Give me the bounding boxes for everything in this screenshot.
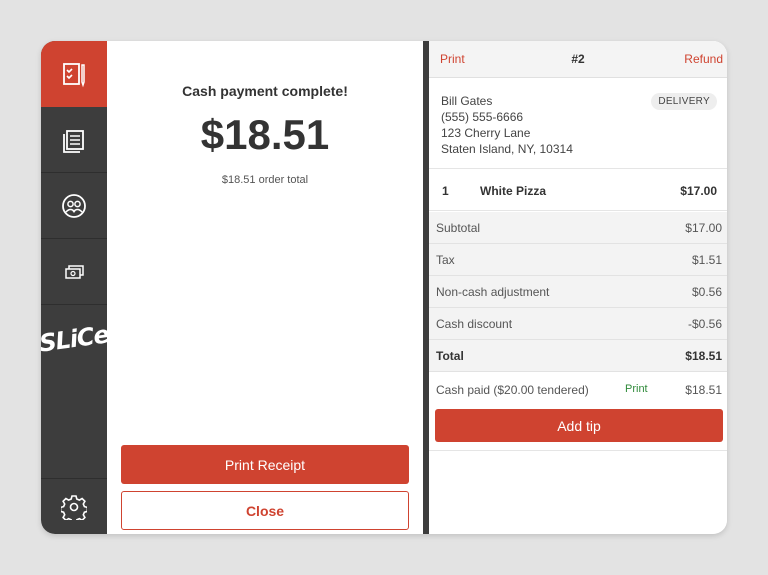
list-item: 1 White Pizza $17.00 [429, 170, 727, 211]
customer-name: Bill Gates [441, 94, 493, 108]
item-price: $17.00 [680, 184, 717, 198]
cash-discount-value: -$0.56 [687, 317, 722, 331]
cash-icon [65, 264, 84, 279]
sidebar-item-customers[interactable] [41, 173, 107, 239]
cash-discount-row: Cash discount -$0.56 [429, 308, 727, 340]
customer-info: Bill Gates (555) 555-6666 123 Cherry Lan… [429, 79, 727, 169]
sidebar-item-cash[interactable] [41, 239, 107, 305]
add-tip-button[interactable]: Add tip [435, 409, 723, 442]
total-label: Total [436, 349, 464, 363]
tablet-screen: SLiCe Cash payment complete! $18.51 $18.… [41, 41, 727, 534]
sidebar: SLiCe [41, 41, 110, 534]
payment-amount: $18.51 [200, 111, 330, 158]
ticket-header: Print #2 Refund [429, 41, 727, 78]
sidebar-item-new-order[interactable] [41, 41, 107, 107]
total-row: Total $18.51 [429, 340, 727, 372]
customer-address-line1: 123 Cherry Lane [441, 126, 531, 140]
order-pad-icon [63, 63, 85, 88]
order-type-badge: DELIVERY [651, 93, 717, 110]
subtotal-row: Subtotal $17.00 [429, 212, 727, 244]
customer-phone: (555) 555-6666 [441, 110, 524, 124]
ticket-bottom-divider [429, 450, 727, 451]
non-cash-adjustment-value: $0.56 [691, 285, 722, 299]
cash-paid-label: Cash paid ($20.00 tendered) [436, 383, 589, 397]
sidebar-item-settings[interactable] [41, 478, 107, 534]
subtotal-label: Subtotal [436, 221, 481, 235]
cash-discount-label: Cash discount [436, 317, 513, 331]
cash-paid-row: Cash paid ($20.00 tendered) Print $18.51 [429, 374, 727, 406]
tax-label: Tax [436, 253, 455, 267]
tax-row: Tax $1.51 [429, 244, 727, 276]
item-quantity: 1 [442, 184, 449, 198]
payment-print-link[interactable]: Print [625, 383, 648, 395]
tax-value: $1.51 [691, 253, 722, 267]
customer-address-line2: Staten Island, NY, 10314 [441, 142, 573, 156]
refund-link[interactable]: Refund [684, 52, 723, 66]
gear-icon [61, 494, 87, 520]
orders-list-icon [63, 129, 84, 153]
cash-paid-value: $18.51 [685, 383, 722, 397]
print-receipt-button[interactable]: Print Receipt [121, 445, 409, 484]
non-cash-adjustment-label: Non-cash adjustment [436, 285, 550, 299]
close-button[interactable]: Close [121, 491, 409, 530]
customers-icon [62, 193, 86, 218]
sidebar-item-orders[interactable] [41, 107, 107, 173]
payment-panel: Cash payment complete! $18.51 $18.51 ord… [107, 41, 423, 534]
total-value: $18.51 [685, 349, 722, 363]
slice-logo: SLiCe [41, 320, 111, 358]
order-number: #2 [571, 52, 585, 66]
item-name: White Pizza [480, 184, 547, 198]
payment-title: Cash payment complete! [182, 83, 348, 99]
non-cash-adjustment-row: Non-cash adjustment $0.56 [429, 276, 727, 308]
order-total-text: $18.51 order total [221, 174, 309, 186]
subtotal-value: $17.00 [685, 221, 722, 235]
order-ticket: Print #2 Refund Bill Gates (555) 555-666… [429, 41, 727, 534]
